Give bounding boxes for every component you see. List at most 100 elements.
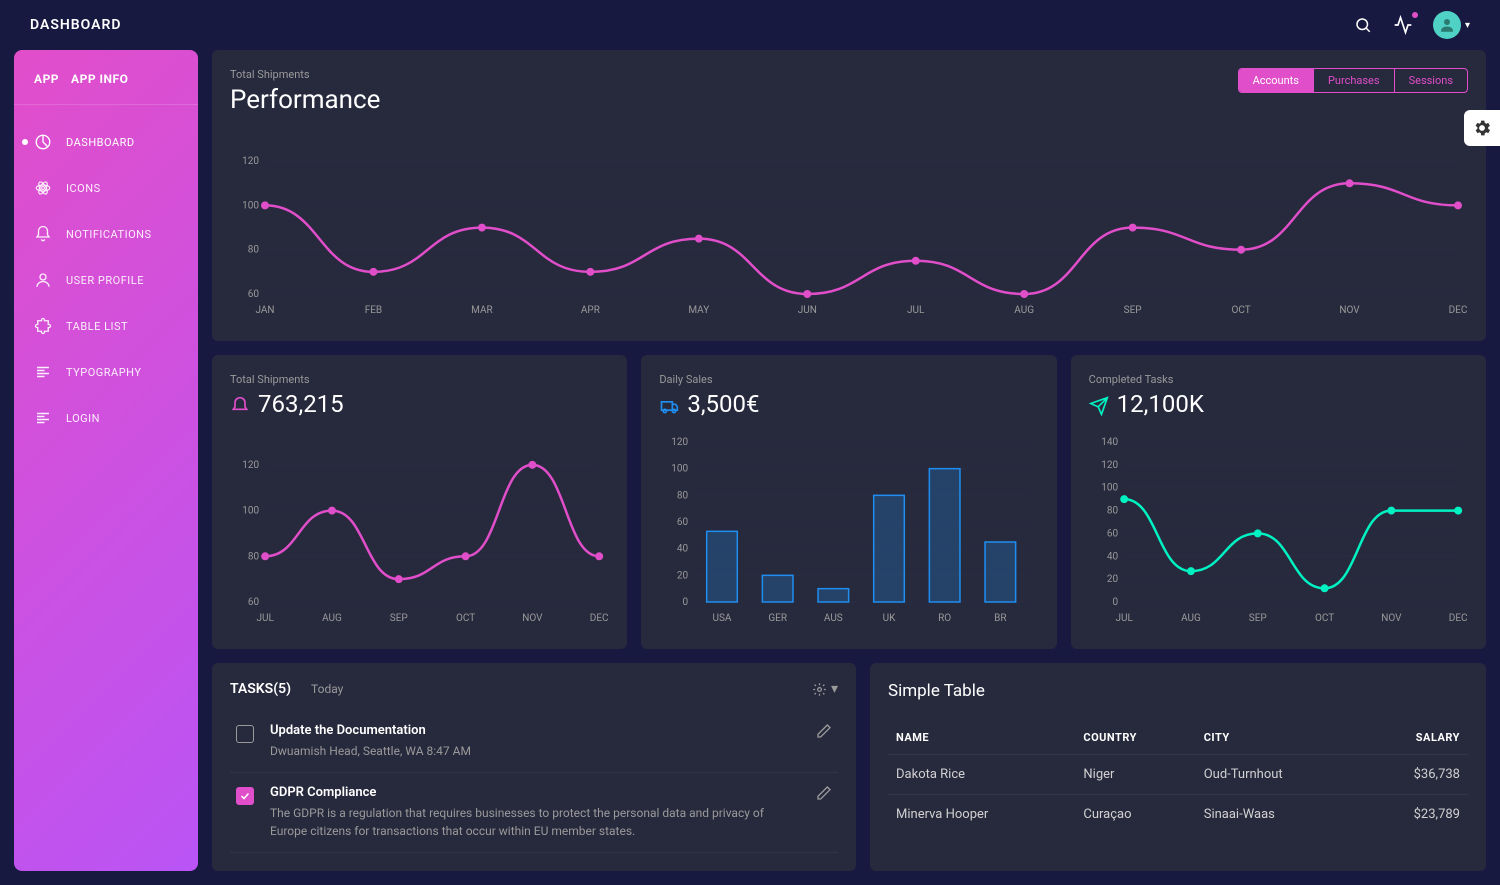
svg-text:OCT: OCT [1315,613,1334,624]
task-checkbox[interactable] [236,725,254,743]
send-icon [1089,394,1109,414]
bottom-row: TASKS(5) Today ▾ Update the Documentatio… [212,663,1486,871]
svg-text:40: 40 [677,544,689,555]
nav-item-user-profile[interactable]: USER PROFILE [14,257,198,303]
completed-card: Completed Tasks 12,100K 0204060801001201… [1071,355,1486,649]
nav-item-table-list[interactable]: TABLE LIST [14,303,198,349]
shipments-metric: 763,215 [230,390,609,418]
nav-item-dashboard[interactable]: DASHBOARD [14,119,198,165]
svg-text:MAY: MAY [688,305,709,316]
topbar-actions: ▾ [1353,11,1470,39]
cell-salary: $36,738 [1360,755,1468,795]
tasks-settings-dropdown[interactable]: ▾ [812,681,838,697]
completed-subtitle: Completed Tasks [1089,373,1468,386]
cell-name: Minerva Hooper [888,795,1075,835]
cell-country: Curaçao [1075,795,1195,835]
svg-text:NOV: NOV [1381,613,1402,624]
svg-text:JUL: JUL [256,613,274,624]
task-row: GDPR Compliance The GDPR is a regulation… [230,773,838,853]
svg-text:40: 40 [1107,551,1119,562]
tab-sessions[interactable]: Sessions [1395,69,1467,92]
svg-text:80: 80 [677,490,689,501]
nav-label: TYPOGRAPHY [66,366,141,379]
align-icon [34,409,52,427]
user-menu[interactable]: ▾ [1433,11,1470,39]
task-desc: The GDPR is a regulation that requires b… [270,804,800,840]
svg-text:MAR: MAR [471,305,493,316]
sidebar-header: APP APP INFO [14,72,198,105]
tasks-card: TASKS(5) Today ▾ Update the Documentatio… [212,663,856,871]
svg-text:RO: RO [938,613,951,624]
svg-text:60: 60 [248,289,260,300]
completed-chart: 020406080100120140JULAUGSEPOCTNOVDEC [1089,432,1468,627]
task-checkbox[interactable] [236,787,254,805]
svg-text:JUN: JUN [798,305,817,316]
settings-fab[interactable] [1464,110,1500,146]
shipments-subtitle: Total Shipments [230,373,609,386]
page-title: DASHBOARD [30,17,122,33]
edit-icon[interactable] [816,723,832,743]
svg-text:NOV: NOV [522,613,543,624]
tasks-header: TASKS(5) Today ▾ [230,681,838,697]
task-desc: Dwuamish Head, Seattle, WA 8:47 AM [270,742,800,760]
th-name: NAME [888,721,1075,755]
search-icon[interactable] [1353,15,1373,35]
bell-icon [230,394,250,414]
nav-item-login[interactable]: LOGIN [14,395,198,441]
nav-item-icons[interactable]: ICONS [14,165,198,211]
cell-salary: $23,789 [1360,795,1468,835]
puzzle-icon [34,317,52,335]
tab-purchases[interactable]: Purchases [1314,69,1395,92]
svg-text:120: 120 [672,437,689,448]
metrics-row: Total Shipments 763,215 6080100120JULAUG… [212,355,1486,649]
nav-item-notifications[interactable]: NOTIFICATIONS [14,211,198,257]
svg-text:GER: GER [769,613,788,624]
topbar: DASHBOARD ▾ [0,0,1500,50]
sales-card: Daily Sales 3,500€ 020406080100120USAGER… [641,355,1056,649]
cell-city: Sinaai-Waas [1196,795,1360,835]
svg-text:80: 80 [1107,506,1119,517]
delivery-icon [659,394,679,414]
nav-label: NOTIFICATIONS [66,228,152,241]
svg-text:100: 100 [242,200,259,211]
svg-text:60: 60 [677,517,689,528]
main-content: Total Shipments Performance Accounts Pur… [212,50,1486,871]
atom-icon [34,179,52,197]
svg-text:SEP: SEP [1124,305,1142,316]
svg-text:100: 100 [672,464,689,475]
tasks-title: TASKS(5) [230,681,291,697]
svg-text:120: 120 [1101,460,1118,471]
edit-icon[interactable] [816,785,832,805]
table-row: Minerva HooperCuraçaoSinaai-Waas$23,789 [888,795,1468,835]
svg-text:120: 120 [242,460,259,471]
bell-icon [34,225,52,243]
table-title: Simple Table [888,681,1468,701]
svg-text:JUL: JUL [907,305,925,316]
cell-name: Dakota Rice [888,755,1075,795]
nav-item-typography[interactable]: TYPOGRAPHY [14,349,198,395]
shipments-chart: 6080100120JULAUGSEPOCTNOVDEC [230,432,609,627]
tab-accounts[interactable]: Accounts [1239,69,1314,92]
svg-text:100: 100 [242,506,259,517]
svg-text:0: 0 [683,597,689,608]
app-label: APP [34,72,59,86]
table-row: Dakota RiceNigerOud-Turnhout$36,738 [888,755,1468,795]
chart-pie-icon [34,133,52,151]
simple-table: NAME COUNTRY CITY SALARY Dakota RiceNige… [888,721,1468,834]
avatar [1433,11,1461,39]
svg-text:FEB: FEB [365,305,382,316]
tasks-list: Update the Documentation Dwuamish Head, … [230,711,838,853]
nav-label: TABLE LIST [66,320,128,333]
sidebar: APP APP INFO DASHBOARD ICONS NOTIFICATIO… [14,50,198,871]
nav: DASHBOARD ICONS NOTIFICATIONS USER PROFI… [14,105,198,441]
svg-text:SEP: SEP [1248,613,1266,624]
svg-text:0: 0 [1112,597,1118,608]
svg-text:20: 20 [1107,574,1119,585]
tasks-today: Today [311,682,343,696]
cell-city: Oud-Turnhout [1196,755,1360,795]
sales-chart: 020406080100120USAGERAUSUKROBR [659,432,1038,627]
activity-icon[interactable] [1393,15,1413,35]
completed-metric: 12,100K [1089,390,1468,418]
sales-value: 3,500€ [687,390,759,418]
performance-card: Total Shipments Performance Accounts Pur… [212,50,1486,341]
